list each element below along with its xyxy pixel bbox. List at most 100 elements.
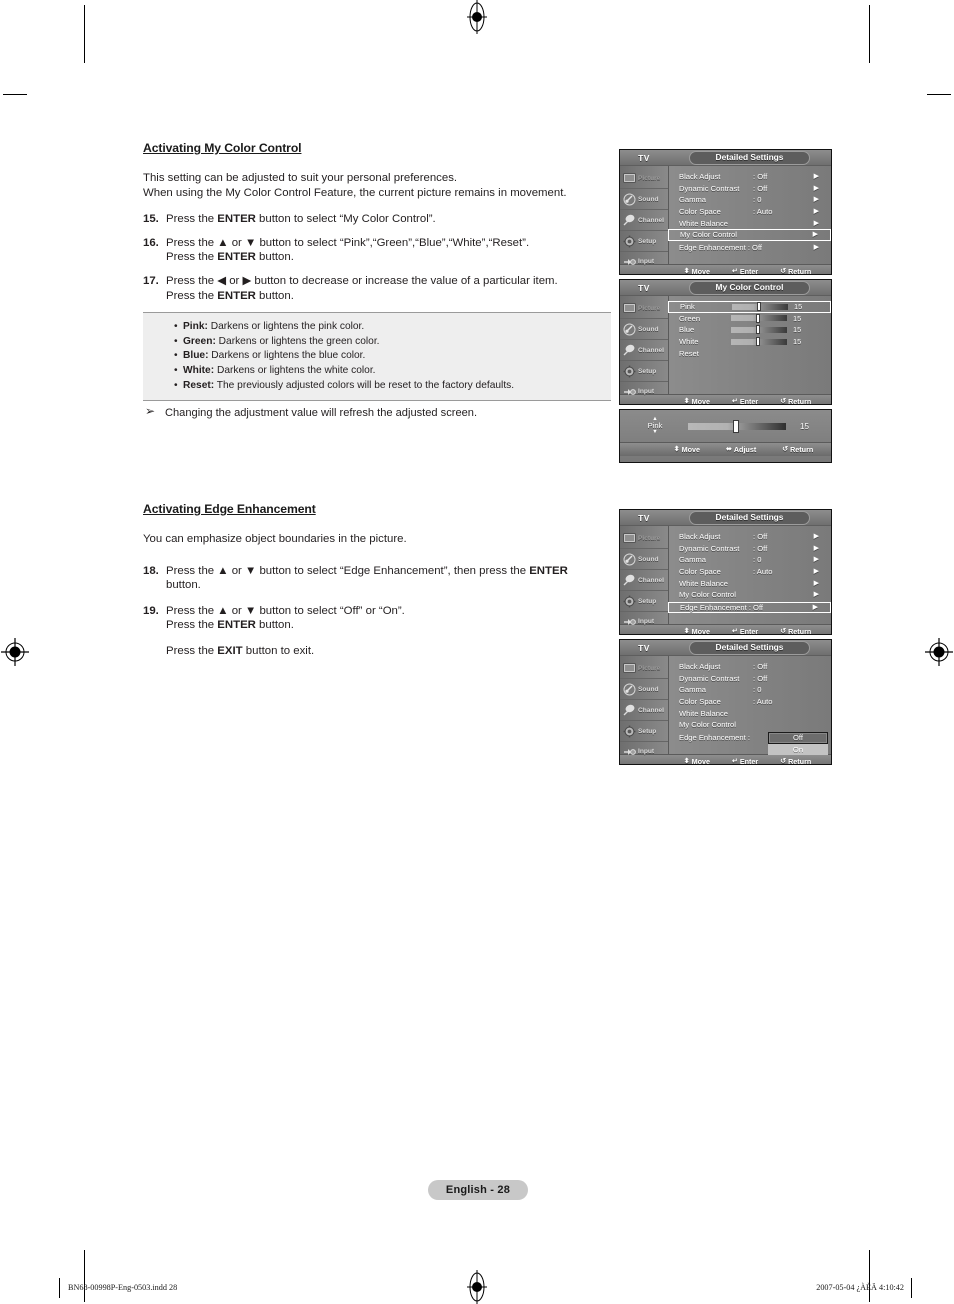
sidebar-item-setup[interactable]: Setup	[620, 361, 668, 382]
slider-track-pink[interactable]	[732, 302, 788, 312]
menu-row[interactable]: Color Space : Auto ▶	[669, 566, 831, 578]
sidebar-item-channel[interactable]: Channel	[620, 340, 668, 361]
menu-row-white[interactable]: White 15	[669, 336, 831, 348]
menu-row[interactable]: White Balance ▶	[669, 217, 831, 229]
menu-label: Color Space	[679, 567, 721, 577]
chevron-right-icon: ▶	[813, 544, 819, 552]
menu-row-selected-edge-enhancement[interactable]: Edge Enhancement : Off ▶	[668, 601, 831, 614]
menu-value: : Off	[753, 543, 768, 553]
footer-move: ⬍ Move	[683, 627, 710, 635]
menu-row[interactable]: Dynamic Contrast : Off	[669, 673, 831, 685]
step-19-line2-bold: ENTER	[217, 619, 256, 632]
sidebar-label-sound: Sound	[638, 685, 659, 693]
move-updown-icon: ⬍	[673, 446, 680, 453]
slider-track-white[interactable]	[731, 337, 787, 347]
move-updown-icon: ⬍	[683, 628, 690, 635]
section-edge-enhancement: Activating Edge Enhancement You can emph…	[143, 502, 611, 668]
chevron-right-icon: ▶	[813, 208, 819, 216]
setup-icon	[623, 725, 636, 738]
menu-row[interactable]: Color Space : Auto	[669, 696, 831, 708]
menu-label: Black Adjust	[679, 662, 721, 672]
menu-row[interactable]: Black Adjust : Off ▶	[669, 171, 831, 183]
bullet-icon: •	[174, 364, 178, 376]
sidebar-item-channel[interactable]: Channel	[620, 210, 668, 231]
slider-track-blue[interactable]	[731, 325, 787, 335]
sidebar-item-input[interactable]: Input	[620, 382, 668, 400]
section1-intro-line2: When using the My Color Control Feature,…	[143, 186, 567, 199]
slider-knob-green[interactable]	[756, 313, 761, 323]
menu-row[interactable]: White Balance	[669, 707, 831, 719]
adjust-slider-track[interactable]	[688, 419, 786, 433]
menu-row[interactable]: Black Adjust : Off ▶	[669, 531, 831, 543]
menu-row[interactable]: White Balance ▶	[669, 577, 831, 589]
menu-row-green[interactable]: Green 15	[669, 313, 831, 325]
menu-row-selected-my-color-control[interactable]: My Color Control ▶	[668, 228, 831, 241]
menu-row[interactable]: Gamma : 0 ▶	[669, 194, 831, 206]
menu-row[interactable]: Color Space : Auto ▶	[669, 206, 831, 218]
adjust-slider-knob[interactable]	[733, 419, 740, 433]
sidebar-item-sound[interactable]: Sound	[620, 549, 668, 570]
osd-tv-label: TV	[638, 512, 650, 523]
note-term-green: Green:	[183, 335, 216, 347]
step-17-number: 17.	[143, 274, 159, 287]
sidebar-item-sound[interactable]: Sound	[620, 189, 668, 210]
sidebar-item-setup[interactable]: Setup	[620, 591, 668, 612]
menu-row-reset[interactable]: Reset	[669, 347, 831, 359]
sidebar-item-channel[interactable]: Channel	[620, 700, 668, 721]
input-icon	[623, 385, 636, 398]
sidebar-item-input[interactable]: Input	[620, 612, 668, 630]
sidebar-item-picture[interactable]: Picture	[620, 168, 668, 189]
footer-return-label: Return	[788, 267, 812, 275]
chevron-right-icon: ▶	[813, 533, 819, 541]
sound-icon	[623, 553, 636, 566]
sidebar-item-input[interactable]: Input	[620, 742, 668, 760]
sidebar-label-picture: Picture	[638, 304, 661, 312]
menu-row[interactable]: Dynamic Contrast : Off ▶	[669, 543, 831, 555]
osd-sidebar: Picture Sound Channel Setup Input	[620, 166, 669, 265]
sidebar-item-input[interactable]: Input	[620, 252, 668, 270]
channel-icon	[623, 574, 636, 587]
slider-knob-blue[interactable]	[756, 325, 761, 335]
step-19-number: 19.	[143, 604, 159, 617]
sidebar-item-channel[interactable]: Channel	[620, 570, 668, 591]
registration-mark-right	[925, 638, 953, 666]
footer-return: ↺ Return	[780, 267, 812, 275]
menu-row[interactable]: Gamma : 0 ▶	[669, 554, 831, 566]
sidebar-item-setup[interactable]: Setup	[620, 231, 668, 252]
sidebar-item-sound[interactable]: Sound	[620, 319, 668, 340]
step-15-number: 15.	[143, 213, 159, 226]
menu-label: My Color Control	[680, 230, 737, 240]
sidebar-label-input: Input	[638, 617, 655, 625]
adjust-item: ▲ Pink ▼	[638, 416, 672, 435]
menu-label: Gamma	[679, 685, 707, 695]
menu-row-selected-pink[interactable]: Pink 15	[668, 301, 831, 313]
sidebar-item-sound[interactable]: Sound	[620, 679, 668, 700]
sidebar-item-setup[interactable]: Setup	[620, 721, 668, 742]
menu-label: Pink	[680, 302, 695, 312]
adjust-value: 15	[800, 421, 809, 431]
slider-track-green[interactable]	[731, 313, 787, 323]
arrow-down-icon: ▼	[652, 429, 658, 435]
menu-row-blue[interactable]: Blue 15	[669, 324, 831, 336]
slider-knob-white[interactable]	[756, 337, 761, 347]
menu-label: Gamma	[679, 555, 707, 565]
menu-row[interactable]: My Color Control ▶	[669, 589, 831, 601]
menu-row[interactable]: Gamma : 0	[669, 684, 831, 696]
picture-icon	[623, 172, 636, 185]
menu-row[interactable]: Dynamic Contrast : Off ▶	[669, 183, 831, 195]
sidebar-item-picture[interactable]: Picture	[620, 658, 668, 679]
menu-value: : 0	[753, 685, 762, 695]
sidebar-item-picture[interactable]: Picture	[620, 298, 668, 319]
menu-row[interactable]: Edge Enhancement : Off ▶	[669, 242, 831, 254]
dropdown-option-on[interactable]: On	[768, 743, 828, 755]
chevron-right-icon: ▶	[813, 591, 819, 599]
footer-filename: BN68-00998P-Eng-0503.indd 28	[68, 1283, 178, 1292]
slider-knob-pink[interactable]	[757, 302, 762, 312]
sidebar-item-picture[interactable]: Picture	[620, 528, 668, 549]
menu-row[interactable]: Black Adjust : Off	[669, 661, 831, 673]
footer-adjust: ⬌ Adjust	[726, 445, 756, 454]
sidebar-label-channel: Channel	[638, 346, 665, 354]
dropdown-option-off[interactable]: Off	[768, 732, 828, 744]
menu-row[interactable]: My Color Control	[669, 719, 831, 731]
setup-icon	[623, 365, 636, 378]
